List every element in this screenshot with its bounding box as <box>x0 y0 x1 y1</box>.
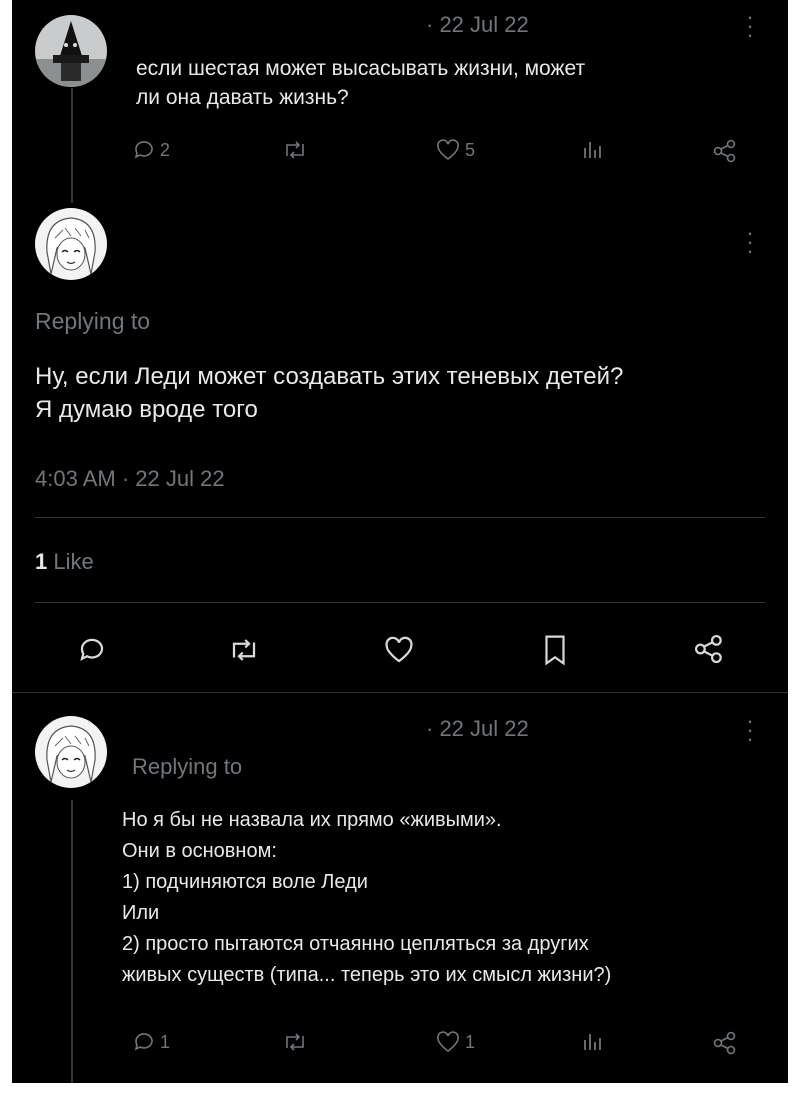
heart-icon <box>437 139 459 160</box>
tweet3-line: Или <box>122 902 160 924</box>
thread-line-bottom <box>71 800 73 1083</box>
analytics-icon <box>584 142 601 158</box>
reply-count: 1 <box>160 1031 171 1052</box>
reply-icon <box>134 141 153 159</box>
thread-line-top <box>71 88 73 203</box>
twitter-thread-screen: · 22 Jul 22 · · · если шестая может высасы… <box>12 0 788 1083</box>
retweet-button[interactable] <box>282 1030 308 1059</box>
tweet2-timestamp: 4:03 AM · 22 Jul 22 <box>35 466 225 491</box>
analytics-button[interactable] <box>580 138 604 167</box>
reply-button[interactable] <box>77 635 107 670</box>
reply-icon <box>80 638 104 661</box>
retweet-button[interactable] <box>282 138 308 167</box>
like-count: 1 <box>465 1031 476 1052</box>
analytics-button[interactable] <box>580 1030 604 1059</box>
share-icon <box>694 634 722 664</box>
reply-count: 2 <box>160 139 171 160</box>
share-button[interactable] <box>693 633 725 670</box>
heart-icon <box>437 1031 459 1052</box>
share-icon <box>713 1031 736 1055</box>
more-options-icon[interactable]: · · · <box>743 6 757 46</box>
share-icon <box>713 139 736 163</box>
tweet3-line: живых существ (типа... теперь это их смы… <box>122 964 612 986</box>
tweet3-date: · 22 Jul 22 <box>426 716 529 741</box>
tweet3-line: 2) просто пытаются отчаянно цепляться за… <box>122 933 589 955</box>
tweet3-line: Но я бы не назвала их прямо «живыми». <box>122 809 502 831</box>
divider <box>12 692 788 693</box>
retweet-icon <box>286 1033 304 1051</box>
tweet3-line: Они в основном: <box>122 840 277 862</box>
bookmark-icon <box>545 635 565 666</box>
tweet2-text-line2: Я думаю вроде того <box>35 396 258 423</box>
like-count: 5 <box>465 139 476 160</box>
divider <box>35 517 765 518</box>
retweet-icon <box>232 639 256 661</box>
like-button[interactable]: 1 <box>435 1030 475 1054</box>
bookmark-button[interactable] <box>540 633 570 672</box>
replying-to-label: Replying to <box>132 754 243 779</box>
more-options-icon[interactable]: · · · <box>743 710 757 750</box>
tweet1-date: · 22 Jul 22 <box>426 12 529 37</box>
likes-summary-count: 1 <box>35 549 48 574</box>
tweet3-line: 1) подчиняются воле Леди <box>122 871 368 893</box>
likes-summary-label: Like <box>53 549 94 574</box>
tweet2-text-line1: Ну, если Леди может создавать этих тенев… <box>35 363 624 390</box>
share-button[interactable] <box>712 138 738 169</box>
heart-icon <box>385 636 413 663</box>
avatar-witch[interactable] <box>35 15 107 87</box>
reply-icon <box>134 1033 153 1051</box>
like-button[interactable] <box>383 635 415 670</box>
tweet1-text-line1: если шестая может высасывать жизни, може… <box>136 57 586 80</box>
like-button[interactable]: 5 <box>435 138 475 162</box>
retweet-icon <box>286 141 304 159</box>
more-options-icon[interactable]: · · · <box>743 222 757 262</box>
tweet1-text-line2: ли она давать жизнь? <box>136 86 349 109</box>
avatar-anime-girl[interactable] <box>35 716 107 788</box>
replying-to-label: Replying to <box>35 308 151 334</box>
retweet-button[interactable] <box>227 635 261 670</box>
analytics-icon <box>584 1034 601 1050</box>
reply-button[interactable]: 1 <box>132 1030 170 1054</box>
share-button[interactable] <box>712 1030 738 1061</box>
avatar-anime-girl[interactable] <box>35 208 107 280</box>
reply-button[interactable]: 2 <box>132 138 170 162</box>
likes-summary[interactable]: 1 Like <box>35 549 94 575</box>
divider <box>35 602 765 603</box>
